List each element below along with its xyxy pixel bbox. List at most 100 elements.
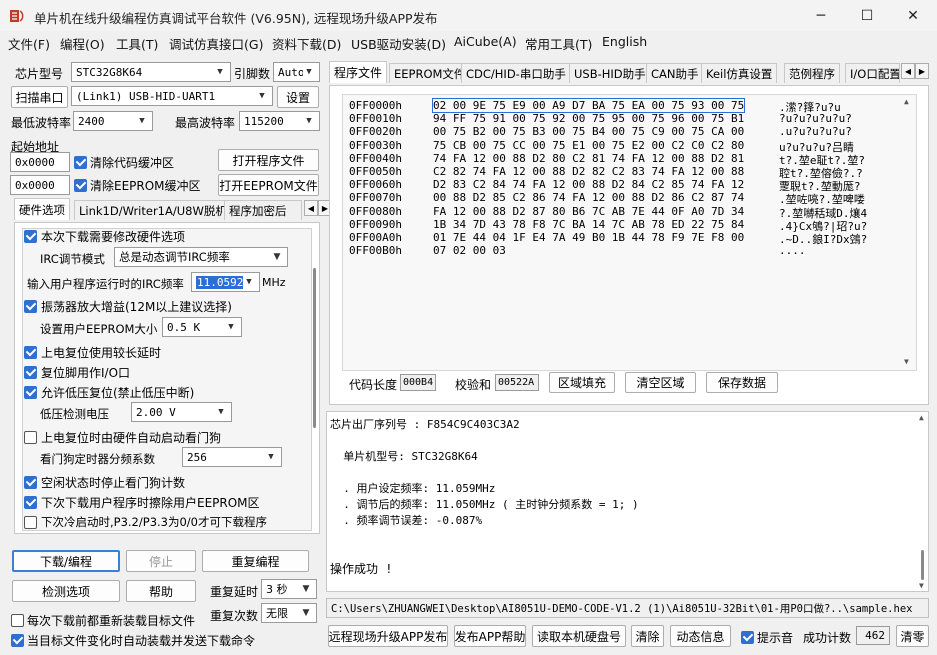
hex-editor[interactable]: 0FF0000h 02 00 9E 75 E9 00 A9 D7 BA 75 EA… (342, 94, 917, 371)
tab-hardware-options[interactable]: 硬件选项 (14, 198, 70, 220)
wdt-prescale-select[interactable]: 256 ▼ (182, 447, 282, 467)
clear-code-checkbox[interactable] (74, 156, 87, 169)
modify-hw-row[interactable]: 本次下载需要修改硬件选项 (24, 228, 185, 245)
low-volt-reset-checkbox[interactable] (24, 386, 37, 399)
low-volt-reset-row[interactable]: 允许低压复位(禁止低压中断) (24, 384, 194, 401)
menu-file[interactable]: 文件(F) (8, 34, 50, 53)
scroll-down-icon[interactable]: ▼ (904, 357, 909, 366)
options-scrollbar[interactable] (312, 228, 318, 531)
tab-can[interactable]: CAN助手 (646, 63, 704, 83)
scroll-up-icon[interactable]: ▲ (919, 413, 924, 422)
hex-bytes[interactable]: 02 00 9E 75 E9 00 A9 D7 BA 75 EA 00 75 9… (431, 98, 746, 113)
wdt-auto-checkbox[interactable] (24, 431, 37, 444)
tab-program-file[interactable]: 程序文件 (329, 61, 388, 83)
code-address-input[interactable]: 0x0000 (10, 152, 70, 172)
erase-eeprom-checkbox[interactable] (24, 496, 37, 509)
repeat-delay-select[interactable]: 3 秒 ▼ (261, 579, 317, 599)
hex-bytes[interactable]: 74 FA 12 00 88 D2 80 C2 81 74 FA 12 00 8… (433, 152, 744, 165)
scroll-up-icon[interactable]: ▲ (904, 97, 909, 106)
menu-downloads[interactable]: 资料下载(D) (272, 34, 341, 53)
log-scroll-thumb[interactable] (921, 550, 924, 580)
irc-mode-select[interactable]: 总是动态调节IRC频率 ▼ (114, 247, 288, 267)
reprogram-button[interactable]: 重复编程 (202, 550, 309, 572)
reset-count-button[interactable]: 清零 (896, 625, 929, 647)
tab-scroll-left[interactable]: ◀ (304, 200, 318, 216)
log-scrollbar[interactable]: ▲ ▼ (916, 412, 928, 591)
osc-gain-row[interactable]: 振荡器放大增益(12M以上建议选择) (24, 298, 232, 315)
clear-log-button[interactable]: 清除 (631, 625, 664, 647)
hex-bytes[interactable]: 94 FF 75 91 00 75 92 00 75 95 00 75 96 0… (433, 112, 744, 125)
tab-keil-sim[interactable]: Keil仿真设置 (701, 63, 778, 83)
hex-bytes[interactable]: FA 12 00 88 D2 87 80 B6 7C AB 7E 44 0F A… (433, 205, 744, 218)
tab-io-config[interactable]: I/O口配置 (845, 63, 900, 83)
menu-aicube[interactable]: AiCube(A) (454, 34, 517, 49)
scan-port-button[interactable]: 扫描串口 (11, 86, 68, 108)
stop-button[interactable]: 停止 (126, 550, 196, 572)
menu-debug-interface[interactable]: 调试仿真接口(G) (169, 34, 263, 53)
reset-pin-io-row[interactable]: 复位脚用作I/O口 (24, 364, 130, 381)
settings-button[interactable]: 设置 (277, 86, 319, 108)
hex-bytes[interactable]: 07 02 00 03 (433, 244, 506, 257)
low-volt-detect-select[interactable]: 2.00 V ▼ (131, 402, 232, 422)
download-button[interactable]: 下载/编程 (12, 550, 120, 572)
auto-send-row[interactable]: 当目标文件变化时自动装载并发送下载命令 (11, 632, 255, 649)
modify-hw-checkbox[interactable] (24, 230, 37, 243)
detect-options-button[interactable]: 检测选项 (12, 580, 120, 602)
tab-usb-hid[interactable]: USB-HID助手 (569, 63, 651, 83)
idle-stop-wdt-checkbox[interactable] (24, 476, 37, 489)
hex-bytes[interactable]: 01 7E 44 04 1F E4 7A 49 B0 1B 44 78 F9 7… (433, 231, 744, 244)
hex-bytes[interactable]: 00 88 D2 85 C2 86 74 FA 12 00 88 D2 86 C… (433, 191, 744, 204)
menu-program[interactable]: 编程(O) (60, 34, 105, 53)
menu-tools[interactable]: 工具(T) (116, 34, 158, 53)
maximize-button[interactable]: ☐ (844, 0, 890, 31)
read-disk-id-button[interactable]: 读取本机硬盘号 (532, 625, 626, 647)
menu-usb-driver[interactable]: USB驱动安装(D) (351, 34, 446, 53)
hex-bytes[interactable]: 1B 34 7D 43 78 F8 7C BA 14 7C AB 78 ED 2… (433, 218, 744, 231)
publish-app-button[interactable]: 远程现场升级APP发布 (328, 625, 448, 647)
menu-english[interactable]: English (602, 34, 647, 49)
chip-model-select[interactable]: STC32G8K64 ▼ (71, 62, 231, 82)
hex-scrollbar[interactable]: ▲ ▼ (902, 95, 916, 370)
tab-eeprom-file[interactable]: EEPROM文件 (389, 63, 471, 83)
max-baud-select[interactable]: 115200 ▼ (239, 111, 320, 131)
tab-serial-assistant[interactable]: CDC/HID-串口助手 (461, 63, 571, 83)
min-baud-select[interactable]: 2400 ▼ (73, 111, 153, 131)
reload-row[interactable]: 每次下载前都重新装载目标文件 (11, 612, 195, 629)
close-button[interactable]: ✕ (890, 0, 936, 31)
beep-row[interactable]: 提示音 (741, 629, 793, 646)
pin-count-select[interactable]: Auto ▼ (273, 62, 320, 82)
eeprom-size-select[interactable]: 0.5 K ▼ (162, 317, 242, 337)
fill-region-button[interactable]: 区域填充 (549, 372, 615, 393)
tab-encryption[interactable]: 程序加密后 (224, 200, 302, 220)
erase-eeprom-row[interactable]: 下次下载用户程序时擦除用户EEPROM区 (24, 494, 260, 511)
menu-common-tools[interactable]: 常用工具(T) (525, 34, 592, 53)
clear-region-button[interactable]: 清空区域 (625, 372, 696, 393)
auto-send-checkbox[interactable] (11, 634, 24, 647)
hex-bytes[interactable]: 75 CB 00 75 CC 00 75 E1 00 75 E2 00 C2 C… (433, 139, 744, 152)
hex-bytes[interactable]: D2 83 C2 84 74 FA 12 00 88 D2 84 C2 85 7… (433, 178, 744, 191)
reset-pin-io-checkbox[interactable] (24, 366, 37, 379)
hex-bytes[interactable]: C2 82 74 FA 12 00 88 D2 82 C2 83 74 FA 1… (433, 165, 744, 178)
osc-gain-checkbox[interactable] (24, 300, 37, 313)
port-select[interactable]: (Link1) USB-HID-UART1 ▼ (71, 86, 273, 106)
cold-boot-checkbox[interactable] (24, 515, 37, 529)
tab-link1d-offline[interactable]: Link1D/Writer1A/U8W脱机 (74, 200, 232, 220)
main-tab-scroll-right[interactable]: ▶ (915, 63, 929, 79)
dynamic-info-button[interactable]: 动态信息 (670, 625, 731, 647)
reload-checkbox[interactable] (11, 614, 24, 627)
power-on-delay-checkbox[interactable] (24, 346, 37, 359)
clear-eeprom-checkbox[interactable] (74, 179, 87, 192)
open-program-file-button[interactable]: 打开程序文件 (218, 149, 319, 171)
wdt-auto-row[interactable]: 上电复位时由硬件自动启动看门狗 (24, 429, 221, 446)
open-eeprom-file-button[interactable]: 打开EEPROM文件 (218, 174, 319, 196)
idle-stop-wdt-row[interactable]: 空闲状态时停止看门狗计数 (24, 474, 185, 491)
publish-help-button[interactable]: 发布APP帮助 (454, 625, 526, 647)
clear-code-row[interactable]: 清除代码缓冲区 (74, 154, 174, 171)
eeprom-address-input[interactable]: 0x0000 (10, 175, 70, 195)
tab-examples[interactable]: 范例程序 (784, 63, 840, 83)
main-tab-scroll-left[interactable]: ◀ (901, 63, 915, 79)
help-button[interactable]: 帮助 (126, 580, 196, 602)
log-output[interactable]: 芯片出厂序列号 : F854C9C403C3A2 单片机型号: STC32G8K… (326, 411, 929, 592)
clear-eeprom-row[interactable]: 清除EEPROM缓冲区 (74, 177, 201, 194)
irc-frequency-select[interactable]: 11.0592 ▼ (191, 272, 260, 292)
